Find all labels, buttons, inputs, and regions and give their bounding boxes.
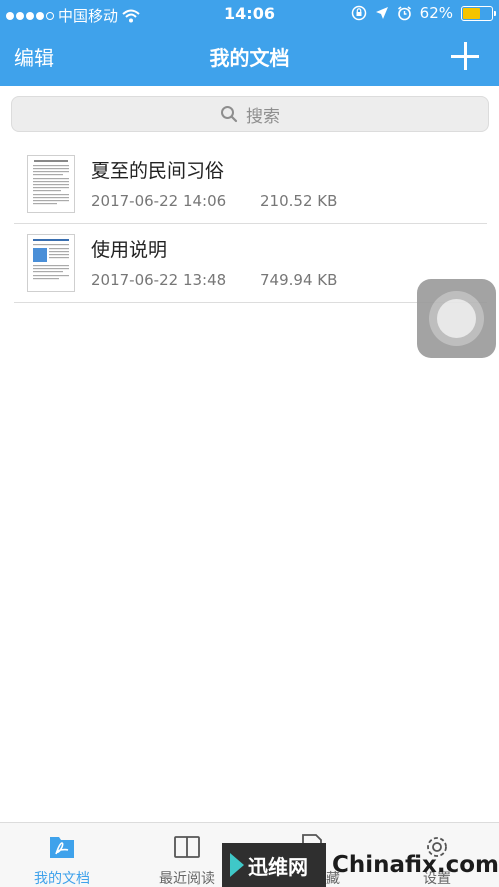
document-thumbnail — [27, 155, 75, 213]
status-right: 62% — [351, 4, 496, 22]
tab-my-documents[interactable]: 我的文档 — [0, 823, 124, 887]
search-bar[interactable]: 搜索 — [11, 96, 489, 132]
search-placeholder: 搜索 — [246, 106, 280, 127]
watermark-brand: 迅维网 — [248, 854, 308, 879]
navigation-bar: 编辑 我的文档 — [0, 30, 499, 82]
open-book-icon — [174, 836, 200, 858]
watermark-site: Chinafix.com — [331, 852, 499, 878]
play-arrow-icon — [230, 853, 244, 877]
assistive-touch-core — [437, 299, 476, 338]
document-date: 2017-06-22 13:48 — [91, 271, 227, 289]
pdf-document-icon — [50, 837, 74, 858]
add-icon[interactable] — [451, 42, 479, 70]
page-title: 我的文档 — [209, 46, 290, 70]
alarm-clock-icon — [397, 5, 411, 20]
battery-level — [463, 7, 481, 19]
document-size: 749.94 KB — [260, 271, 338, 289]
assistive-touch-button[interactable] — [417, 279, 496, 358]
document-text-icon — [33, 160, 69, 205]
battery-icon — [461, 5, 496, 21]
document-thumbnail — [27, 234, 75, 292]
location-arrow-icon — [375, 7, 388, 19]
document-date: 2017-06-22 14:06 — [91, 192, 227, 210]
document-name: 夏至的民间习俗 — [91, 160, 225, 182]
document-chart-icon — [33, 239, 69, 280]
search-icon — [221, 106, 238, 123]
document-size: 210.52 KB — [260, 192, 338, 210]
rotation-lock-icon — [351, 5, 366, 21]
app-header: 中国移动 14:06 62% 编辑 我的文档 — [0, 0, 499, 86]
status-bar: 中国移动 14:06 62% — [0, 0, 499, 28]
tab-label: 我的文档 — [34, 871, 90, 887]
document-name: 使用说明 — [91, 239, 168, 261]
battery-percent: 62% — [419, 4, 453, 22]
list-item[interactable]: 夏至的民间习俗 2017-06-22 14:06 210.52 KB — [14, 146, 487, 224]
watermark: 迅维网 Chinafix.com — [222, 843, 499, 887]
watermark-logo: 迅维网 — [222, 843, 326, 887]
